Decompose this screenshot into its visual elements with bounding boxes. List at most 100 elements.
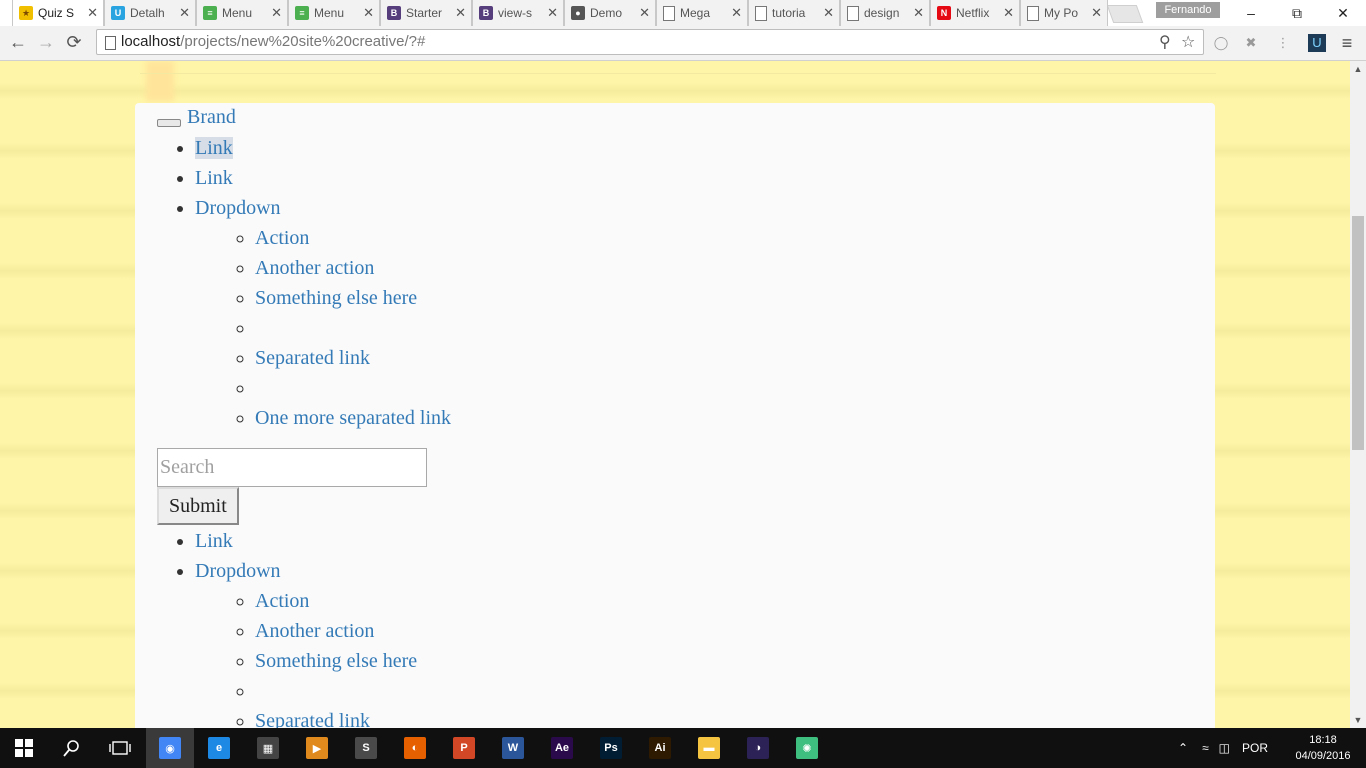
chrome-app-button[interactable]: ◉ xyxy=(146,728,194,768)
tab-close-icon[interactable]: ✕ xyxy=(455,5,466,21)
media-player-app-icon: ▶ xyxy=(306,737,328,759)
dropdown-divider xyxy=(255,373,451,403)
bookmark-star-icon[interactable]: ☆ xyxy=(1181,32,1195,52)
browser-tab[interactable]: N Netflix ✕ xyxy=(930,0,1020,26)
photoshop-app-button[interactable]: Ps xyxy=(587,728,635,768)
scroll-down-arrow-icon[interactable]: ▼ xyxy=(1350,712,1366,728)
browser-tab[interactable]: ● Demo ✕ xyxy=(564,0,656,26)
file-explorer-app-button[interactable]: ▬ xyxy=(685,728,733,768)
tab-close-icon[interactable]: ✕ xyxy=(271,5,282,21)
forward-button[interactable]: → xyxy=(34,30,58,54)
dropdown-separated-link[interactable]: Separated link xyxy=(255,710,370,728)
tab-close-icon[interactable]: ✕ xyxy=(1091,5,1102,21)
dropdown-separated-link[interactable]: Separated link xyxy=(255,347,370,369)
clock[interactable]: 18:18 04/09/2016 xyxy=(1290,732,1356,764)
edge-app-button[interactable]: e xyxy=(195,728,243,768)
address-bar[interactable]: localhost/projects/new%20site%20creative… xyxy=(96,29,1204,55)
browser-tab[interactable]: ≡ Menu ✕ xyxy=(196,0,288,26)
store-app-button[interactable]: ▦ xyxy=(244,728,292,768)
start-button[interactable] xyxy=(0,728,48,768)
dropdown-another-action[interactable]: Another action xyxy=(255,620,374,642)
browser-tab[interactable]: My Po ✕ xyxy=(1020,0,1108,26)
task-view-button[interactable] xyxy=(96,728,144,768)
illustrator-app-icon: Ai xyxy=(649,737,671,759)
extension-circle-icon[interactable]: ◯ xyxy=(1212,34,1230,52)
dropdown-something-else[interactable]: Something else here xyxy=(255,650,417,672)
chrome-menu-icon[interactable]: ≡ xyxy=(1338,34,1356,52)
zoom-icon[interactable]: ⚲ xyxy=(1159,32,1171,52)
reload-button[interactable]: ⟳ xyxy=(62,30,86,54)
wifi-icon[interactable]: ≈ xyxy=(1202,741,1209,755)
illustrator-app-button[interactable]: Ai xyxy=(636,728,684,768)
dropdown-item: Separated link xyxy=(255,706,417,728)
new-tab-button[interactable] xyxy=(1106,5,1144,23)
word-app-button[interactable]: W xyxy=(489,728,537,768)
tab-close-icon[interactable]: ✕ xyxy=(179,5,190,21)
eclipse-app-button[interactable]: ◑ xyxy=(734,728,782,768)
powerpoint-app-button[interactable]: P xyxy=(440,728,488,768)
tab-close-icon[interactable]: ✕ xyxy=(731,5,742,21)
browser-tab[interactable]: B Starter ✕ xyxy=(380,0,472,26)
restore-button[interactable]: ⧉ xyxy=(1274,0,1320,26)
extension-u-icon[interactable]: U xyxy=(1308,34,1326,52)
extension-dots-icon[interactable]: ⋮ xyxy=(1274,34,1292,52)
tab-close-icon[interactable]: ✕ xyxy=(639,5,650,21)
language-indicator[interactable]: POR xyxy=(1242,741,1268,755)
extension-x-icon[interactable]: ✖ xyxy=(1242,34,1260,52)
nav-menu-secondary: Link Dropdown Action Another action Some… xyxy=(135,526,417,728)
firefox-app-button[interactable]: ◐ xyxy=(391,728,439,768)
nav-link-2[interactable]: Link xyxy=(195,167,233,189)
navbar-container: Brand Link Link Dropdown Action Another … xyxy=(135,103,1215,728)
tab-close-icon[interactable]: ✕ xyxy=(823,5,834,21)
brand-link[interactable]: Brand xyxy=(187,106,236,129)
media-player-app-button[interactable]: ▶ xyxy=(293,728,341,768)
word-app-icon: W xyxy=(502,737,524,759)
dropdown-one-more-separated-link[interactable]: One more separated link xyxy=(255,407,451,429)
nav-item-dropdown: Dropdown Action Another action Something… xyxy=(195,556,417,728)
notification-icon[interactable]: ◫ xyxy=(1219,741,1230,755)
clock-date: 04/09/2016 xyxy=(1295,750,1351,762)
dropdown-action[interactable]: Action xyxy=(255,590,309,612)
profile-button[interactable]: Fernando xyxy=(1156,2,1220,18)
tab-close-icon[interactable]: ✕ xyxy=(547,5,558,21)
tab-close-icon[interactable]: ✕ xyxy=(1003,5,1014,21)
dropdown-toggle[interactable]: Dropdown xyxy=(195,197,281,219)
atom-app-button[interactable]: ✺ xyxy=(783,728,831,768)
nav-link-1[interactable]: Link xyxy=(195,137,233,159)
browser-tab[interactable]: Bview-s ✕ xyxy=(472,0,564,26)
nav-link-right[interactable]: Link xyxy=(195,530,233,552)
browser-tab[interactable]: design ✕ xyxy=(840,0,930,26)
sublime-app-button[interactable]: S xyxy=(342,728,390,768)
store-app-icon: ▦ xyxy=(257,737,279,759)
photoshop-app-icon: Ps xyxy=(600,737,622,759)
dropdown-another-action[interactable]: Another action xyxy=(255,257,374,279)
search-input[interactable] xyxy=(157,448,427,487)
windows-taskbar: ⌃ ≈ ◫ POR 18:18 04/09/2016 ◉ e ▦ ▶ S ◐ P W Ae Ps A… xyxy=(0,728,1366,768)
browser-tab[interactable]: U Detalh ✕ xyxy=(104,0,196,26)
browser-tab[interactable]: ≡ Menu ✕ xyxy=(288,0,380,26)
after-effects-app-button[interactable]: Ae xyxy=(538,728,586,768)
scroll-thumb[interactable] xyxy=(1352,216,1364,450)
navbar-header: Brand xyxy=(157,106,236,129)
page-icon xyxy=(105,36,116,50)
bootstrap-favicon-icon: B xyxy=(387,6,401,20)
submit-button[interactable]: Submit xyxy=(157,487,239,525)
tab-close-icon[interactable]: ✕ xyxy=(363,5,374,21)
browser-tab[interactable]: ★ Quiz Sl ✕ xyxy=(12,0,104,26)
close-window-button[interactable]: ✕ xyxy=(1320,0,1366,26)
browser-tab[interactable]: tutoria ✕ xyxy=(748,0,840,26)
dropdown-something-else[interactable]: Something else here xyxy=(255,287,417,309)
navbar-toggle-button[interactable] xyxy=(157,119,181,127)
scroll-up-arrow-icon[interactable]: ▲ xyxy=(1350,61,1366,77)
minimize-button[interactable]: – xyxy=(1228,0,1274,26)
tab-close-icon[interactable]: ✕ xyxy=(913,5,924,21)
page-scrollbar[interactable]: ▲ ▼ xyxy=(1350,61,1366,728)
page-favicon-icon xyxy=(663,5,675,21)
browser-tab[interactable]: Mega ✕ xyxy=(656,0,748,26)
tab-close-icon[interactable]: ✕ xyxy=(87,5,98,21)
search-button[interactable] xyxy=(48,728,96,768)
dropdown-action[interactable]: Action xyxy=(255,227,309,249)
dropdown-toggle[interactable]: Dropdown xyxy=(195,560,281,582)
show-hidden-icons-icon[interactable]: ⌃ xyxy=(1178,741,1188,755)
back-button[interactable]: ← xyxy=(6,30,30,54)
